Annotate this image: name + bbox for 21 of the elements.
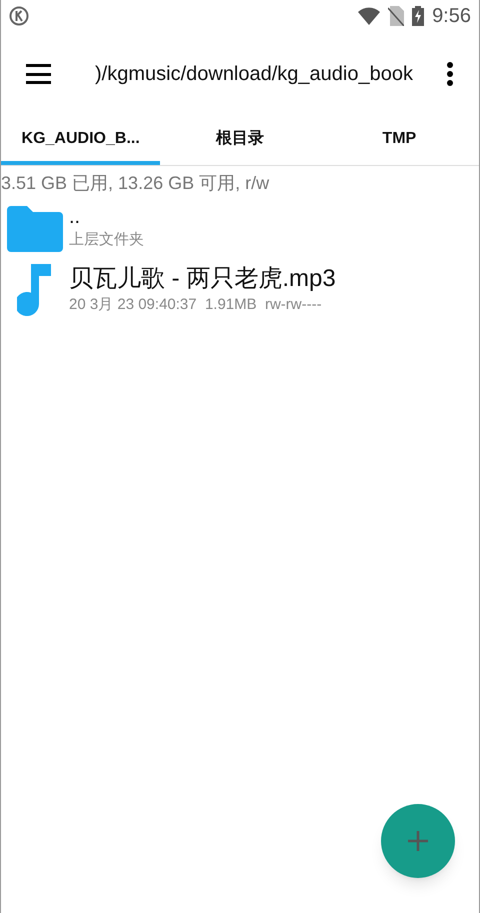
app-logo-icon — [9, 6, 29, 26]
file-name: .. — [69, 204, 82, 229]
tab[interactable]: TMP — [320, 116, 479, 165]
file-details: 上层文件夹 — [69, 230, 144, 250]
more-options-icon[interactable] — [447, 62, 453, 86]
file-details: 20 3月 23 09:40:37 1.91MB rw-rw---- — [69, 294, 323, 315]
music-note-icon — [17, 264, 53, 316]
plus-icon — [408, 831, 428, 851]
file-row[interactable]: 贝瓦儿歌 - 两只老虎.mp3 20 3月 23 09:40:37 1.91MB rw-rw---- — [1, 259, 479, 321]
tab[interactable]: KG_AUDIO_B... — [1, 116, 160, 165]
path-title: )/kgmusic/download/kg_audio_book — [95, 62, 413, 87]
folder-icon — [7, 204, 63, 252]
tab[interactable]: 根目录 — [160, 116, 320, 165]
file-name: 贝瓦儿歌 - 两只老虎.mp3 — [69, 264, 336, 294]
wifi-icon — [358, 7, 380, 25]
file-row[interactable]: .. 上层文件夹 — [1, 197, 479, 259]
status-time: 9:56 — [432, 4, 471, 29]
battery-charging-icon — [412, 6, 424, 26]
storage-info: 3.51 GB 已用, 13.26 GB 可用, r/w — [1, 172, 270, 195]
menu-icon[interactable] — [26, 64, 51, 84]
no-sim-icon — [388, 6, 404, 26]
